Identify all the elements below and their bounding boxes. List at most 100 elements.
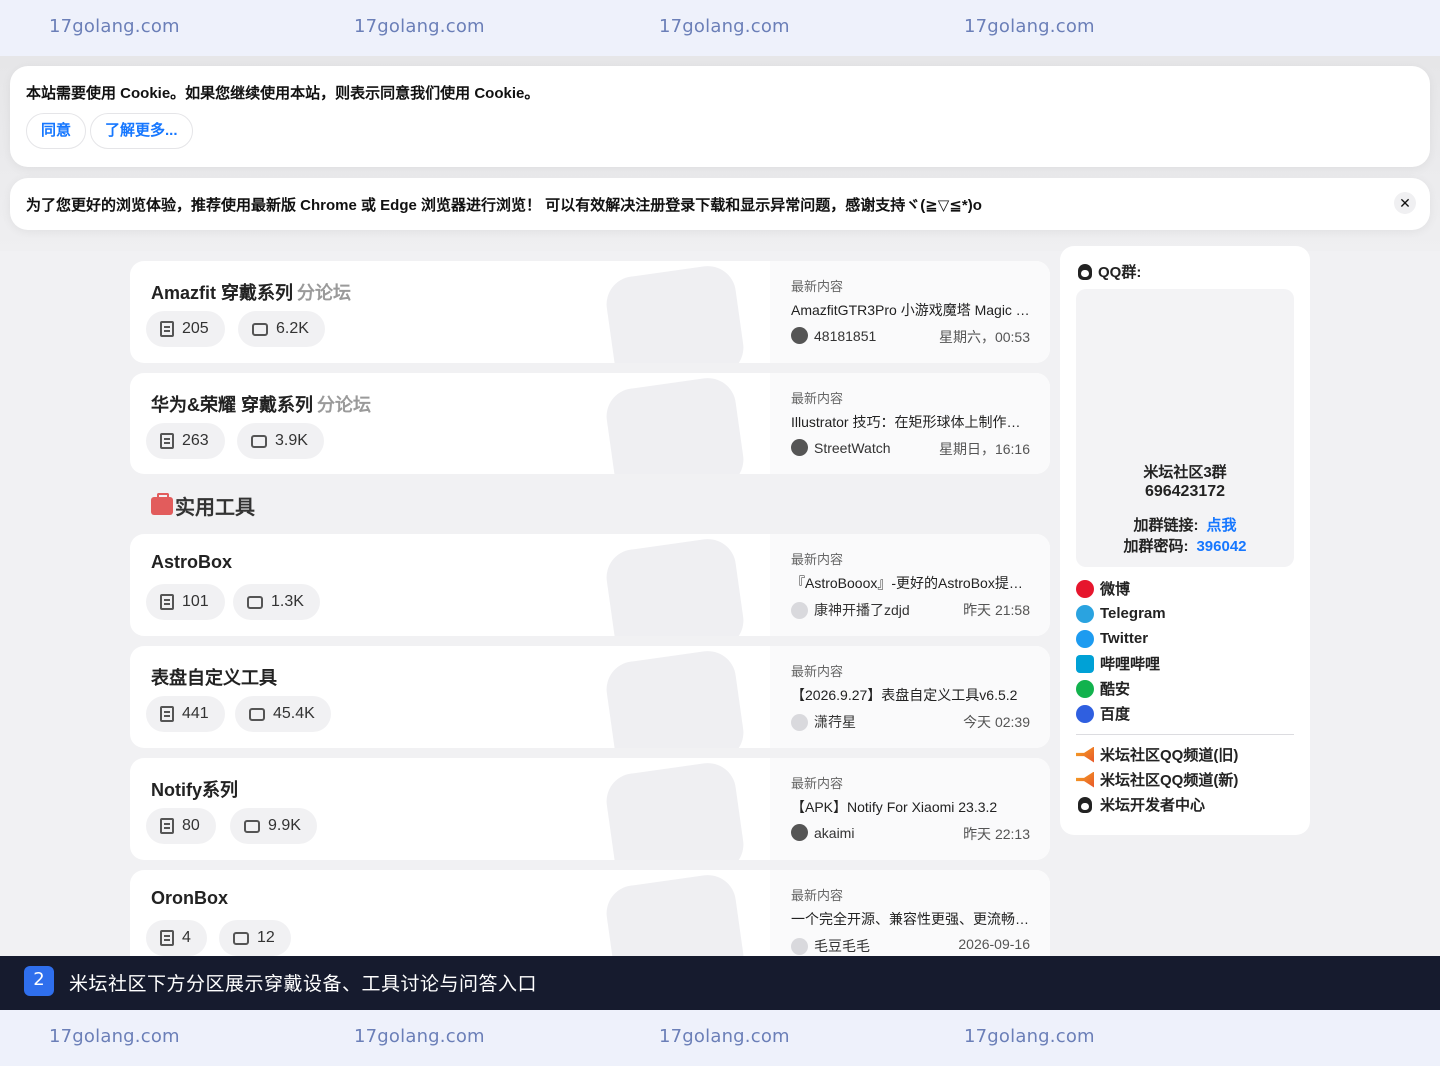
forum-card[interactable]: 华为&荣耀 穿戴系列 分论坛 263 3.9K 最新内容 Illustrator … — [130, 373, 1050, 474]
thread-count: 4 — [146, 920, 207, 956]
latest-post[interactable]: 最新内容 AmazfitGTR3Pro 小游戏魔塔 Magic Tower 48… — [770, 261, 1050, 363]
comment-icon — [252, 322, 268, 336]
forum-card[interactable]: Notify系列 80 9.9K 最新内容 【APK】Notify For Xi… — [130, 758, 1050, 860]
latest-title[interactable]: Illustrator 技巧：在矩形球体上制作条纹 — [791, 412, 1033, 432]
latest-time: 昨天 22:13 — [963, 826, 1030, 842]
latest-user[interactable]: StreetWatch — [791, 439, 891, 456]
thread-count: 263 — [146, 423, 225, 459]
forum-title[interactable]: 华为&荣耀 穿戴系列 分论坛 — [151, 391, 371, 417]
comment-icon — [251, 434, 267, 448]
forum-card[interactable]: AstroBox 101 1.3K 最新内容 『AstroBooox』-更好的A… — [130, 534, 1050, 636]
latest-title[interactable]: 『AstroBooox』-更好的AstroBox提交工具 — [791, 573, 1033, 593]
agree-button[interactable]: 同意 — [26, 113, 87, 149]
latest-title[interactable]: 【2026.9.27】表盘自定义工具v6.5.2 — [791, 685, 1033, 705]
megaphone-icon — [1076, 771, 1094, 788]
latest-time: 星期日，16:16 — [938, 441, 1030, 457]
latest-title[interactable]: 【APK】Notify For Xiaomi 23.3.2 — [791, 797, 1033, 817]
latest-label: 最新内容 — [791, 552, 844, 567]
social-link-bilibili[interactable]: 哔哩哔哩 — [1076, 651, 1166, 676]
social-link-twitter[interactable]: Twitter — [1076, 626, 1166, 651]
join-password: 396042 — [1196, 538, 1247, 555]
forum-title[interactable]: 表盘自定义工具 — [151, 664, 277, 690]
step-number: 2 — [24, 966, 54, 996]
post-count: 6.2K — [238, 311, 325, 347]
social-links: 微博 Telegram Twitter 哔哩哔哩 酷安 百度 — [1076, 576, 1166, 726]
sidebar: QQ群: 米坛社区3群 696423172 加群链接: 点我 加群密码: 39604… — [1060, 246, 1310, 835]
document-icon — [160, 594, 174, 610]
notify-illustration-icon — [602, 759, 748, 860]
forum-title[interactable]: Amazfit 穿戴系列 分论坛 — [151, 279, 351, 305]
avatar — [791, 937, 808, 955]
social-link-weibo[interactable]: 微博 — [1076, 576, 1166, 601]
comment-icon — [249, 707, 265, 721]
latest-user[interactable]: 康神开播了zdjd — [791, 600, 910, 620]
toolbox-icon — [151, 492, 173, 515]
latest-post[interactable]: 最新内容 『AstroBooox』-更好的AstroBox提交工具 康神开播了z… — [770, 534, 1050, 636]
social-link-telegram[interactable]: Telegram — [1076, 601, 1166, 626]
latest-user[interactable]: 潇荇星 — [791, 712, 856, 732]
social-link-baidu[interactable]: 百度 — [1076, 701, 1166, 726]
join-link[interactable]: 点我 — [1206, 517, 1236, 534]
close-icon[interactable]: ✕ — [1394, 192, 1416, 214]
qq-group-name: 米坛社区3群 — [1143, 464, 1227, 481]
latest-post[interactable]: 最新内容 【2026.9.27】表盘自定义工具v6.5.2 潇荇星 今天 02:… — [770, 646, 1050, 748]
megaphone-icon — [1076, 746, 1094, 763]
watermark-text: 17golang.com — [964, 1026, 1095, 1047]
document-icon — [160, 818, 174, 834]
forum-title[interactable]: AstroBox — [151, 552, 232, 573]
weibo-icon — [1076, 579, 1094, 598]
avatar — [791, 439, 808, 456]
browser-notice: 为了您更好的浏览体验，推荐使用最新版 Chrome 或 Edge 浏览器进行浏览… — [10, 178, 1430, 230]
forum-title[interactable]: OronBox — [151, 888, 228, 909]
qq-channel-new-link[interactable]: 米坛社区QQ频道(新) — [1076, 767, 1238, 792]
forum-card[interactable]: Amazfit 穿戴系列 分论坛 205 6.2K 最新内容 AmazfitGTR… — [130, 261, 1050, 363]
watermark-text: 17golang.com — [659, 1026, 790, 1047]
qq-penguin-icon — [1078, 263, 1092, 280]
join-link-row: 加群链接: 点我 — [1133, 517, 1237, 534]
latest-time: 昨天 21:58 — [963, 602, 1030, 618]
social-link-coolapk[interactable]: 酷安 — [1076, 676, 1166, 701]
latest-label: 最新内容 — [791, 391, 844, 406]
developer-center-link[interactable]: 米坛开发者中心 — [1076, 792, 1238, 817]
avatar — [791, 601, 808, 619]
cookie-notice-text: 本站需要使用 Cookie。如果您继续使用本站，则表示同意我们使用 Cookie… — [26, 85, 540, 102]
latest-post[interactable]: 最新内容 Illustrator 技巧：在矩形球体上制作条纹 StreetWat… — [770, 373, 1050, 474]
latest-label: 最新内容 — [791, 888, 844, 903]
caption-bar: 2 米坛社区下方分区展示穿戴设备、工具讨论与问答入口 — [0, 956, 1440, 1010]
avatar — [791, 824, 808, 841]
join-password-row: 加群密码: 396042 — [1123, 538, 1247, 555]
watchface-illustration-icon — [602, 647, 748, 748]
thread-count: 441 — [146, 696, 225, 732]
latest-user[interactable]: 48181851 — [791, 327, 876, 344]
band-illustration-icon — [602, 374, 748, 474]
latest-time: 2026-09-16 — [958, 936, 1030, 952]
comment-icon — [244, 819, 260, 833]
watermark-text: 17golang.com — [354, 1026, 485, 1047]
latest-label: 最新内容 — [791, 279, 844, 294]
post-count: 12 — [219, 920, 291, 956]
watermark-text: 17golang.com — [659, 16, 790, 37]
latest-user[interactable]: akaimi — [791, 824, 854, 841]
qq-group-heading: QQ群: — [1078, 261, 1141, 282]
qq-channel-old-link[interactable]: 米坛社区QQ频道(旧) — [1076, 742, 1238, 767]
forum-title[interactable]: Notify系列 — [151, 776, 238, 802]
forum-card[interactable]: 表盘自定义工具 441 45.4K 最新内容 【2026.9.27】表盘自定义工… — [130, 646, 1050, 748]
baidu-icon — [1076, 704, 1094, 723]
latest-label: 最新内容 — [791, 664, 844, 679]
learn-more-button[interactable]: 了解更多... — [90, 113, 193, 149]
latest-title[interactable]: AmazfitGTR3Pro 小游戏魔塔 Magic Tower — [791, 300, 1033, 320]
watch-illustration-icon — [602, 262, 748, 363]
watermark-text: 17golang.com — [354, 16, 485, 37]
divider — [1076, 734, 1294, 735]
cookie-notice: 本站需要使用 Cookie。如果您继续使用本站，则表示同意我们使用 Cookie… — [10, 66, 1430, 167]
document-icon — [160, 433, 174, 449]
latest-user[interactable]: 毛豆毛毛 — [791, 936, 870, 956]
document-icon — [160, 706, 174, 722]
watermark-text: 17golang.com — [964, 16, 1095, 37]
latest-post[interactable]: 最新内容 【APK】Notify For Xiaomi 23.3.2 akaim… — [770, 758, 1050, 860]
latest-title[interactable]: 一个完全开源、兼容性更强、更流畅的工具箱 — [791, 909, 1033, 929]
avatar — [791, 713, 808, 731]
post-count: 45.4K — [235, 696, 331, 732]
thread-count: 80 — [146, 808, 216, 844]
document-icon — [160, 321, 174, 337]
